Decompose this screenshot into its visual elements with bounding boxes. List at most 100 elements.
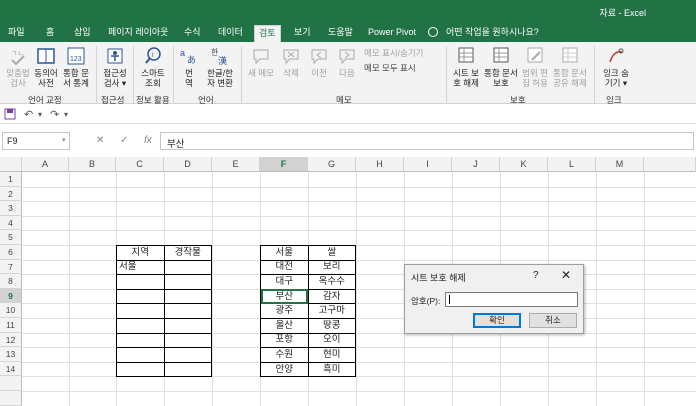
- table-cell[interactable]: [116, 347, 165, 363]
- column-header[interactable]: C: [116, 157, 164, 172]
- check-accessibility-button[interactable]: 접근성 검사 ▾: [100, 46, 130, 88]
- tab-view[interactable]: 보기: [290, 25, 315, 42]
- table-cell[interactable]: [116, 274, 165, 290]
- row-header[interactable]: 13: [0, 347, 22, 362]
- row-header[interactable]: 11: [0, 318, 22, 333]
- smart-lookup-button[interactable]: i 스마트 조회: [137, 46, 169, 88]
- table-cell[interactable]: 대전: [260, 259, 309, 276]
- table-cell[interactable]: 수원: [260, 347, 309, 363]
- table-cell[interactable]: 안양: [260, 361, 309, 378]
- allow-edit-ranges-button[interactable]: 범위 편 집 허용: [520, 46, 550, 88]
- table-cell[interactable]: [163, 347, 212, 363]
- table-cell[interactable]: 울산: [260, 317, 309, 334]
- table-cell[interactable]: [163, 361, 212, 378]
- row-header[interactable]: 14: [0, 361, 22, 377]
- table-cell[interactable]: [116, 332, 165, 349]
- row-header[interactable]: 8: [0, 274, 22, 289]
- column-header[interactable]: I: [404, 157, 452, 172]
- row-header[interactable]: 10: [0, 303, 22, 318]
- workbook-stats-button[interactable]: 123 통합 문 서 통계: [60, 46, 92, 88]
- previous-comment-button[interactable]: 이전: [306, 46, 332, 78]
- row-header[interactable]: 3: [0, 201, 22, 216]
- undo-icon[interactable]: ↶: [24, 108, 33, 121]
- column-header[interactable]: E: [212, 157, 260, 172]
- table-cell[interactable]: 흑미: [307, 361, 356, 378]
- cancel-button[interactable]: 취소: [529, 313, 577, 328]
- next-comment-button[interactable]: 다음: [334, 46, 360, 78]
- table-cell[interactable]: [116, 361, 165, 378]
- table-cell[interactable]: 땅콩: [307, 317, 356, 334]
- table-cell[interactable]: 광주: [260, 303, 309, 319]
- formula-input[interactable]: 부산: [160, 132, 694, 150]
- tab-review[interactable]: 검토: [254, 25, 281, 42]
- protect-workbook-button[interactable]: 통합 문서 보호: [484, 46, 518, 88]
- tab-help[interactable]: 도움말: [324, 25, 357, 42]
- column-header[interactable]: L: [548, 157, 596, 172]
- table-cell[interactable]: [116, 288, 165, 305]
- table-cell[interactable]: 고구마: [307, 303, 356, 319]
- row-header[interactable]: 2: [0, 186, 22, 202]
- row-header[interactable]: 12: [0, 332, 22, 348]
- translate-button[interactable]: aあ 번 역: [178, 46, 200, 88]
- active-cell[interactable]: 부산: [260, 288, 309, 305]
- enter-icon[interactable]: ✓: [120, 135, 128, 146]
- row-header[interactable]: 1: [0, 172, 22, 187]
- column-header[interactable]: D: [164, 157, 212, 172]
- unprotect-sheet-button[interactable]: 시트 보 호 해제: [450, 46, 482, 88]
- column-header-selected[interactable]: F: [260, 157, 308, 172]
- table-cell[interactable]: 대구: [260, 274, 309, 290]
- password-field[interactable]: [445, 292, 578, 307]
- column-header[interactable]: G: [308, 157, 356, 172]
- thesaurus-button[interactable]: 동의어 사전: [32, 46, 60, 88]
- redo-icon[interactable]: ↷: [50, 108, 59, 121]
- tab-formulas[interactable]: 수식: [180, 25, 205, 42]
- table-cell[interactable]: [163, 288, 212, 305]
- spelling-button[interactable]: ㄱㄴ 맞춤법 검사: [4, 46, 32, 88]
- column-header[interactable]: [644, 157, 696, 172]
- table-header[interactable]: 지역: [116, 245, 165, 261]
- table-cell[interactable]: [163, 332, 212, 349]
- table-cell[interactable]: 감자: [307, 288, 356, 305]
- hangul-hanja-button[interactable]: 한漢 한글/한 자 변환: [202, 46, 238, 88]
- tab-power-pivot[interactable]: Power Pivot: [364, 25, 420, 42]
- row-header-selected[interactable]: 9: [0, 288, 22, 304]
- table-cell[interactable]: [116, 317, 165, 334]
- table-cell[interactable]: 쌀: [307, 245, 356, 261]
- show-all-comments-button[interactable]: 메모 모두 표시: [364, 63, 416, 74]
- table-cell[interactable]: [116, 303, 165, 319]
- row-header[interactable]: 6: [0, 245, 22, 260]
- tell-me-search[interactable]: 어떤 작업을 원하시나요?: [442, 25, 543, 42]
- delete-comment-button[interactable]: 삭제: [278, 46, 304, 78]
- insert-function-icon[interactable]: fx: [144, 135, 152, 146]
- table-cell[interactable]: [163, 259, 212, 276]
- table-cell[interactable]: 서울: [116, 259, 165, 276]
- select-all-corner[interactable]: [0, 157, 22, 172]
- column-header[interactable]: B: [69, 157, 116, 172]
- column-header[interactable]: K: [500, 157, 548, 172]
- column-header[interactable]: A: [22, 157, 69, 172]
- table-cell[interactable]: 옥수수: [307, 274, 356, 290]
- help-icon[interactable]: ?: [533, 270, 539, 281]
- table-cell[interactable]: 현미: [307, 347, 356, 363]
- table-cell[interactable]: [163, 303, 212, 319]
- table-cell[interactable]: 서울: [260, 245, 309, 261]
- column-header[interactable]: H: [356, 157, 404, 172]
- name-box[interactable]: F9: [2, 132, 70, 150]
- name-box-dropdown-icon[interactable]: ▾: [62, 136, 66, 144]
- row-header[interactable]: 7: [0, 259, 22, 275]
- new-comment-button[interactable]: 새 메모: [246, 46, 276, 78]
- table-header[interactable]: 경작물: [163, 245, 212, 261]
- ok-button[interactable]: 확인: [473, 313, 521, 328]
- hide-ink-button[interactable]: 잉크 숨 기기 ▾: [600, 46, 632, 88]
- row-header[interactable]: 5: [0, 230, 22, 245]
- unshare-workbook-button[interactable]: 통합 문서 공유 해제: [552, 46, 588, 88]
- save-icon[interactable]: [4, 108, 16, 120]
- show-hide-comment-button[interactable]: 메모 표시/숨기기: [364, 48, 423, 59]
- tab-data[interactable]: 데이터: [214, 25, 247, 42]
- table-cell[interactable]: 보리: [307, 259, 356, 276]
- qat-customize-icon[interactable]: ▾: [64, 110, 68, 119]
- tab-file[interactable]: 파일: [4, 25, 29, 42]
- cancel-icon[interactable]: ✕: [96, 135, 104, 146]
- undo-dropdown-icon[interactable]: ▾: [38, 110, 42, 119]
- table-cell[interactable]: 오이: [307, 332, 356, 349]
